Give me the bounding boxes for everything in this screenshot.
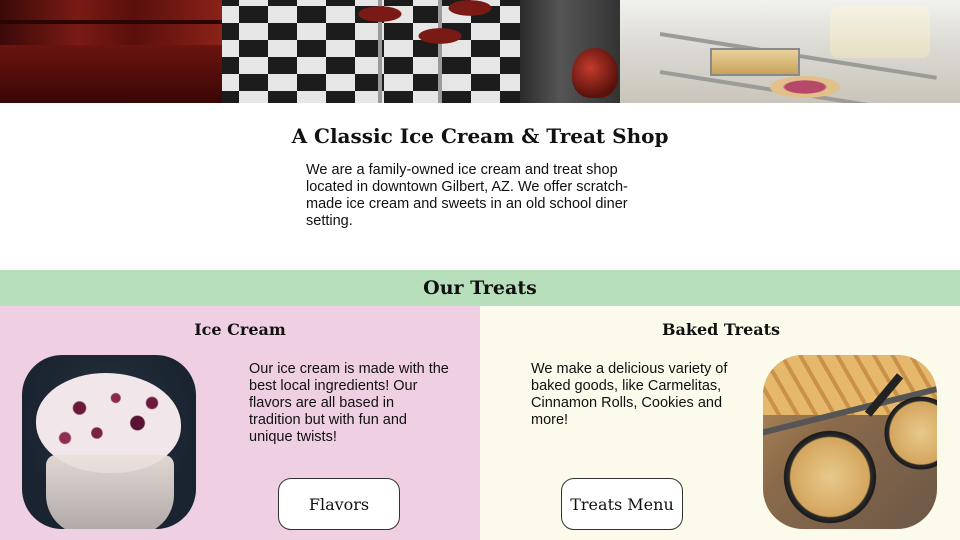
intro-title: A Classic Ice Cream & Treat Shop (291, 124, 669, 148)
baked-treats-text: We make a delicious variety of baked goo… (531, 361, 728, 428)
intro-text: We are a family-owned ice cream and trea… (306, 162, 628, 229)
treats-menu-button[interactable]: Treats Menu (561, 478, 683, 530)
baked-treats-title: Baked Treats (661, 320, 781, 339)
ice-cream-photo (22, 355, 196, 529)
hero-diner-photo (0, 0, 960, 103)
helmet-decor (572, 48, 618, 98)
booth-seat (0, 45, 222, 103)
flavors-button[interactable]: Flavors (278, 478, 400, 530)
pie (770, 76, 840, 98)
pastry-tray (710, 48, 800, 76)
cake (830, 6, 930, 58)
our-treats-band: Our Treats (0, 270, 960, 306)
baked-treats-photo (763, 355, 937, 529)
ice-cream-text: Our ice cream is made with the best loca… (249, 361, 449, 445)
skillet-cookie (777, 429, 883, 525)
ice-cream-title: Ice Cream (194, 320, 286, 339)
diner-stools (320, 0, 530, 103)
baked-treats-panel: Baked Treats We make a delicious variety… (480, 306, 960, 540)
glass-dish (46, 455, 174, 529)
ice-cream-panel: Ice Cream Our ice cream is made with the… (0, 306, 480, 540)
our-treats-heading: Our Treats (423, 277, 537, 299)
